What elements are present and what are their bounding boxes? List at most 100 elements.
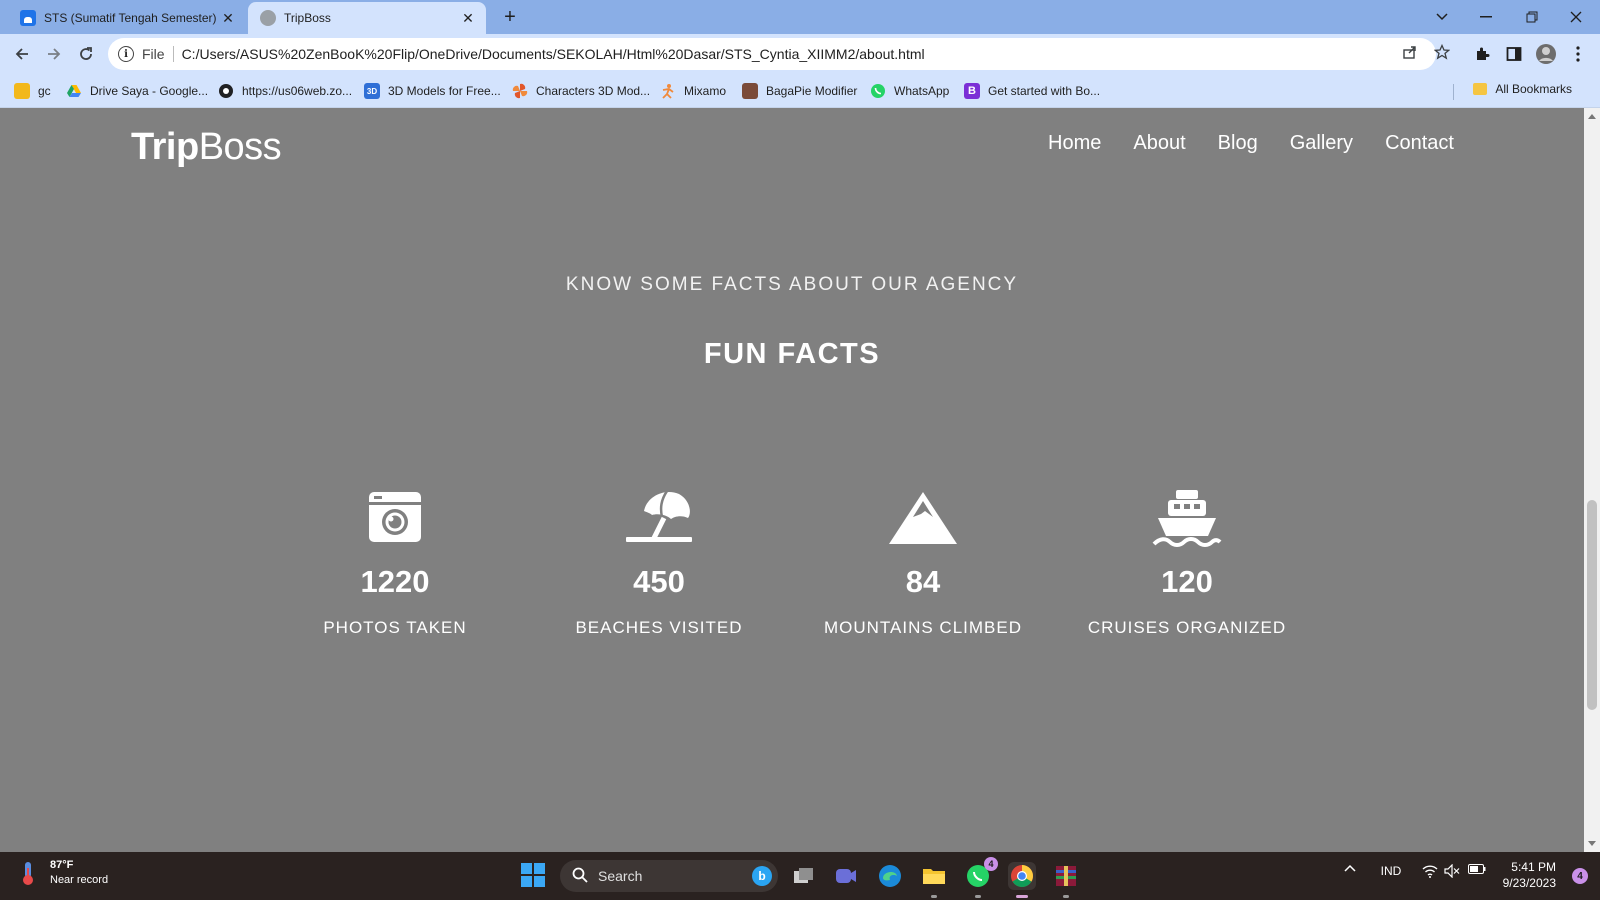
whatsapp-taskbar-icon[interactable]: 4 — [964, 857, 998, 898]
volume-muted-icon[interactable] — [1442, 864, 1462, 878]
tab-tripboss[interactable]: TripBoss ✕ — [248, 2, 486, 34]
url-scheme: File — [142, 46, 165, 62]
restore-icon[interactable] — [1512, 4, 1552, 30]
divider — [1453, 84, 1454, 100]
all-bookmarks-label: All Bookmarks — [1495, 82, 1572, 96]
tab-search-chevron-icon[interactable] — [1422, 4, 1462, 30]
bookmark-star-icon[interactable] — [1432, 42, 1452, 62]
scroll-down-arrow-icon[interactable] — [1588, 841, 1596, 846]
teams-chat-icon[interactable] — [832, 862, 860, 890]
scroll-up-arrow-icon[interactable] — [1588, 114, 1596, 119]
extensions-icon[interactable] — [1470, 44, 1494, 64]
section-eyebrow: KNOW SOME FACTS ABOUT OUR AGENCY — [565, 274, 1019, 295]
minimize-icon[interactable] — [1466, 4, 1506, 30]
logo-light: Boss — [198, 126, 282, 168]
3d-icon: 3D — [364, 83, 380, 99]
wifi-icon[interactable] — [1420, 864, 1440, 878]
bing-icon[interactable]: b — [752, 866, 772, 886]
nav-blog[interactable]: Blog — [1218, 132, 1258, 155]
weather-widget[interactable]: 87°F Near record — [18, 858, 108, 888]
file-explorer-icon[interactable] — [920, 862, 948, 898]
all-bookmarks[interactable]: All Bookmarks — [1473, 82, 1572, 96]
menu-kebab-icon[interactable] — [1566, 44, 1590, 64]
windows-start-icon[interactable] — [520, 862, 546, 888]
system-clock[interactable]: 5:41 PM 9/23/2023 — [1503, 859, 1556, 891]
url-text[interactable]: C:/Users/ASUS%20ZenBooK%20Flip/OneDrive/… — [182, 46, 925, 62]
tab-title: STS (Sumatif Tengah Semester) C — [44, 11, 220, 25]
bookmark-bootstrap[interactable]: B Get started with Bo... — [964, 82, 1100, 100]
nav-gallery[interactable]: Gallery — [1290, 132, 1353, 155]
fact-cruises: 120 CRUISES ORGANIZED — [1067, 488, 1307, 638]
bookmarks-bar: gc Drive Saya - Google... https://us06we… — [0, 74, 1600, 108]
site-logo[interactable]: TripBoss — [131, 126, 282, 169]
task-view-icon[interactable] — [790, 862, 818, 890]
edge-icon[interactable] — [876, 862, 904, 890]
tab-title: TripBoss — [284, 11, 331, 25]
bookmark-label: WhatsApp — [894, 84, 950, 98]
browser-toolbar: i File C:/Users/ASUS%20ZenBooK%20Flip/On… — [0, 34, 1600, 74]
share-icon[interactable] — [1400, 42, 1420, 62]
fact-beaches: 450 BEACHES VISITED — [539, 488, 779, 638]
browser-tab-strip: STS (Sumatif Tengah Semester) C ✕ TripBo… — [0, 0, 1600, 34]
page-scrollbar[interactable] — [1584, 108, 1600, 852]
close-window-icon[interactable] — [1556, 4, 1596, 30]
bookmark-characters[interactable]: Characters 3D Mod... — [512, 82, 650, 100]
bookmark-whatsapp[interactable]: WhatsApp — [870, 82, 949, 100]
ship-icon — [1152, 490, 1222, 547]
bookmark-bagapie[interactable]: BagaPie Modifier — [742, 82, 857, 100]
whatsapp-badge: 4 — [984, 857, 998, 871]
back-icon[interactable] — [8, 40, 36, 68]
logo-bold: Trip — [131, 126, 199, 168]
clock-date: 9/23/2023 — [1502, 876, 1556, 890]
notification-badge[interactable]: 4 — [1572, 868, 1588, 884]
thermometer-icon — [23, 862, 33, 885]
weather-temperature: 87°F — [50, 859, 74, 871]
camera-icon — [369, 492, 421, 542]
bookmark-mixamo[interactable]: Mixamo — [660, 82, 726, 100]
bookmark-zoom[interactable]: https://us06web.zo... — [218, 82, 352, 100]
bookmark-label: Mixamo — [684, 84, 727, 98]
language-indicator[interactable]: IND — [1376, 864, 1406, 878]
clock-time: 5:41 PM — [1511, 860, 1556, 874]
drive-icon — [66, 83, 82, 99]
nav-home[interactable]: Home — [1048, 132, 1101, 155]
taskbar-search[interactable]: Search b — [560, 860, 778, 892]
close-tab-icon[interactable]: ✕ — [220, 10, 236, 27]
divider — [172, 46, 174, 62]
fact-label: BEACHES VISITED — [575, 618, 743, 637]
reload-icon[interactable] — [72, 40, 100, 68]
bookmark-label: Characters 3D Mod... — [536, 84, 651, 98]
nav-contact[interactable]: Contact — [1385, 132, 1454, 155]
fact-label: PHOTOS TAKEN — [323, 618, 467, 637]
bookmark-gc[interactable]: gc — [14, 82, 51, 100]
mixamo-icon — [660, 83, 676, 99]
forward-icon[interactable] — [40, 40, 68, 68]
winrar-icon[interactable] — [1052, 862, 1080, 898]
tab-sts[interactable]: STS (Sumatif Tengah Semester) C ✕ — [8, 2, 246, 34]
new-tab-button[interactable]: + — [498, 6, 522, 30]
bookmark-label: Get started with Bo... — [988, 84, 1101, 98]
close-tab-icon[interactable]: ✕ — [460, 10, 476, 27]
chrome-icon[interactable] — [1008, 862, 1036, 898]
tray-overflow-chevron-icon[interactable] — [1340, 864, 1360, 872]
site-info-icon[interactable]: i — [118, 46, 134, 62]
bookmark-drive[interactable]: Drive Saya - Google... — [66, 82, 208, 100]
bookmark-label: gc — [38, 84, 51, 98]
bookmark-label: 3D Models for Free... — [388, 84, 501, 98]
site-nav: Home About Blog Gallery Contact — [1048, 132, 1454, 155]
bootstrap-icon: B — [964, 83, 980, 99]
windows-taskbar: 87°F Near record Search b 4 IND 5:41 PM … — [0, 852, 1600, 900]
nav-about[interactable]: About — [1133, 132, 1185, 155]
bookmark-label: https://us06web.zo... — [242, 84, 353, 98]
side-panel-icon[interactable] — [1502, 44, 1526, 64]
bookmark-3d-models[interactable]: 3D 3D Models for Free... — [364, 82, 501, 100]
scroll-thumb[interactable] — [1587, 500, 1597, 710]
battery-icon[interactable] — [1466, 864, 1488, 874]
fact-mountains: 84 MOUNTAINS CLIMBED — [803, 488, 1043, 638]
contacts-icon — [14, 83, 30, 99]
bookmark-label: BagaPie Modifier — [766, 84, 858, 98]
folder-icon — [1473, 83, 1488, 95]
fact-number: 120 — [1161, 564, 1213, 599]
profile-avatar[interactable] — [1534, 44, 1558, 64]
address-bar[interactable]: i File C:/Users/ASUS%20ZenBooK%20Flip/On… — [108, 38, 1436, 70]
